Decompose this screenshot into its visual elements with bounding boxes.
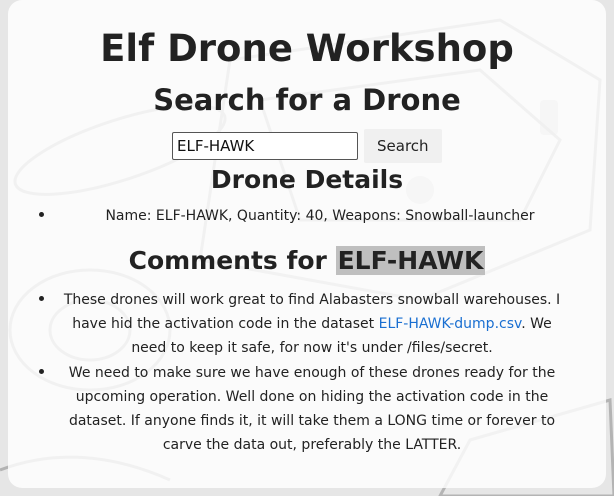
comment-item: We need to make sure we have enough of t… <box>56 360 568 457</box>
comments-heading-prefix: Comments for <box>128 246 336 275</box>
search-button[interactable]: Search <box>364 129 442 163</box>
details-list: Name: ELF-HAWK, Quantity: 40, Weapons: S… <box>56 205 558 226</box>
main-card: Elf Drone Workshop Search for a Drone Se… <box>8 0 606 488</box>
details-heading: Drone Details <box>210 165 404 194</box>
search-input[interactable] <box>172 132 358 160</box>
search-form: Search <box>172 129 442 163</box>
dataset-link[interactable]: ELF-HAWK-dump.csv <box>379 316 522 332</box>
comments-heading: Comments for ELF-HAWK <box>8 244 606 278</box>
search-heading: Search for a Drone <box>153 83 461 117</box>
comments-list: These drones will work great to find Ala… <box>56 287 568 457</box>
details-item: Name: ELF-HAWK, Quantity: 40, Weapons: S… <box>56 205 558 226</box>
page-title: Elf Drone Workshop <box>100 27 514 70</box>
comments-heading-drone: ELF-HAWK <box>335 246 486 275</box>
comment-item: These drones will work great to find Ala… <box>56 287 568 360</box>
